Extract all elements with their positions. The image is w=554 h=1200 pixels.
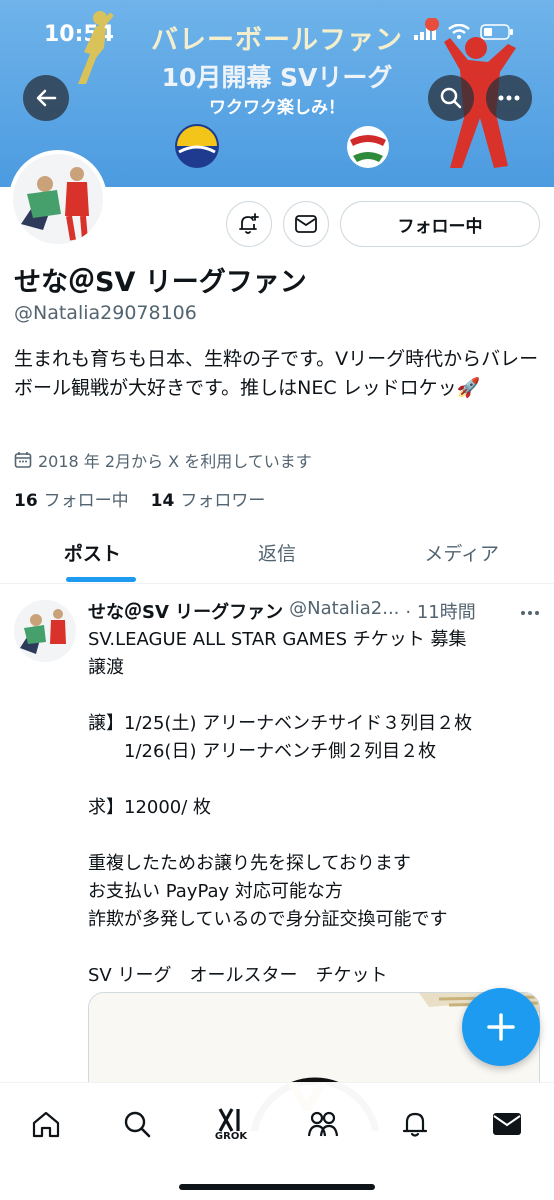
- more-icon: [498, 95, 520, 101]
- follow-counts: 16 フォロー中 14 フォロワー: [14, 486, 265, 511]
- followers-count: 14: [150, 491, 175, 511]
- nav-home[interactable]: [21, 1099, 71, 1149]
- home-indicator: [179, 1184, 375, 1190]
- post-author-handle[interactable]: @Natalia2...: [289, 598, 399, 624]
- back-arrow-icon: [36, 89, 57, 107]
- joined-text: 2018 年 2月から X を利用しています: [38, 452, 312, 471]
- tab-media[interactable]: メディア: [369, 520, 554, 583]
- post-avatar-image: [14, 600, 76, 662]
- avatar-image: [13, 154, 103, 244]
- joined-date: 2018 年 2月から X を利用しています: [14, 448, 312, 472]
- volleyball-icon: [175, 124, 219, 168]
- following-count: 16: [14, 491, 38, 511]
- compose-plus-icon: [487, 1013, 515, 1041]
- profile-handle: @Natalia29078106: [14, 302, 197, 324]
- mail-icon: [295, 215, 317, 233]
- following-button[interactable]: フォロー中: [340, 201, 540, 247]
- nav-communities[interactable]: [298, 1099, 348, 1149]
- profile-tabs: ポスト 返信 メディア: [0, 520, 554, 584]
- grok-icon: [218, 1107, 240, 1132]
- profile-avatar[interactable]: [9, 150, 107, 248]
- back-button[interactable]: [23, 75, 69, 121]
- active-tab-indicator: [66, 577, 136, 582]
- search-icon: [440, 87, 462, 109]
- bottom-navigation: GROK: [0, 1082, 554, 1200]
- tab-posts[interactable]: ポスト: [0, 520, 185, 583]
- notify-button[interactable]: [226, 201, 272, 247]
- volleyball-icon: [347, 126, 389, 168]
- nav-notifications[interactable]: [390, 1099, 440, 1149]
- following-link[interactable]: 16 フォロー中: [14, 486, 129, 511]
- followers-link[interactable]: 14 フォロワー: [151, 486, 266, 511]
- post-header: せな＠SV リーグファン @Natalia2... · 11時間: [88, 598, 476, 624]
- more-button[interactable]: [486, 75, 532, 121]
- tab-replies[interactable]: 返信: [185, 520, 370, 583]
- nav-search[interactable]: [112, 1099, 162, 1149]
- communities-icon: [307, 1111, 339, 1137]
- search-button[interactable]: [428, 75, 474, 121]
- home-icon: [32, 1111, 60, 1138]
- more-icon: [521, 611, 539, 615]
- notification-bell-plus-icon: [239, 213, 259, 234]
- followers-label: フォロワー: [180, 491, 266, 511]
- bell-icon: [402, 1112, 428, 1137]
- grok-label: GROK: [214, 1130, 248, 1142]
- nav-messages[interactable]: [482, 1099, 532, 1149]
- post-time[interactable]: · 11時間: [405, 598, 475, 624]
- compose-button[interactable]: [462, 988, 540, 1066]
- messages-icon: [493, 1113, 521, 1135]
- post-avatar[interactable]: [14, 600, 76, 662]
- post-more-button[interactable]: [520, 600, 540, 621]
- nav-grok[interactable]: GROK: [206, 1099, 256, 1149]
- message-button[interactable]: [283, 201, 329, 247]
- profile-bio: 生まれも育ちも日本、生粋の子です。Vリーグ時代からバレーボール観戦が大好きです。…: [14, 348, 539, 399]
- post-author-name[interactable]: せな＠SV リーグファン: [88, 598, 283, 624]
- search-icon: [124, 1111, 151, 1138]
- calendar-icon: [14, 452, 32, 468]
- display-name: せな＠SV リーグファン: [14, 267, 307, 298]
- following-label: フォロー中: [43, 491, 129, 511]
- banner-title: バレーボールファン: [151, 25, 403, 56]
- post-text: SV.LEAGUE ALL STAR GAMES チケット 募集 譲渡 譲】1/…: [88, 629, 473, 986]
